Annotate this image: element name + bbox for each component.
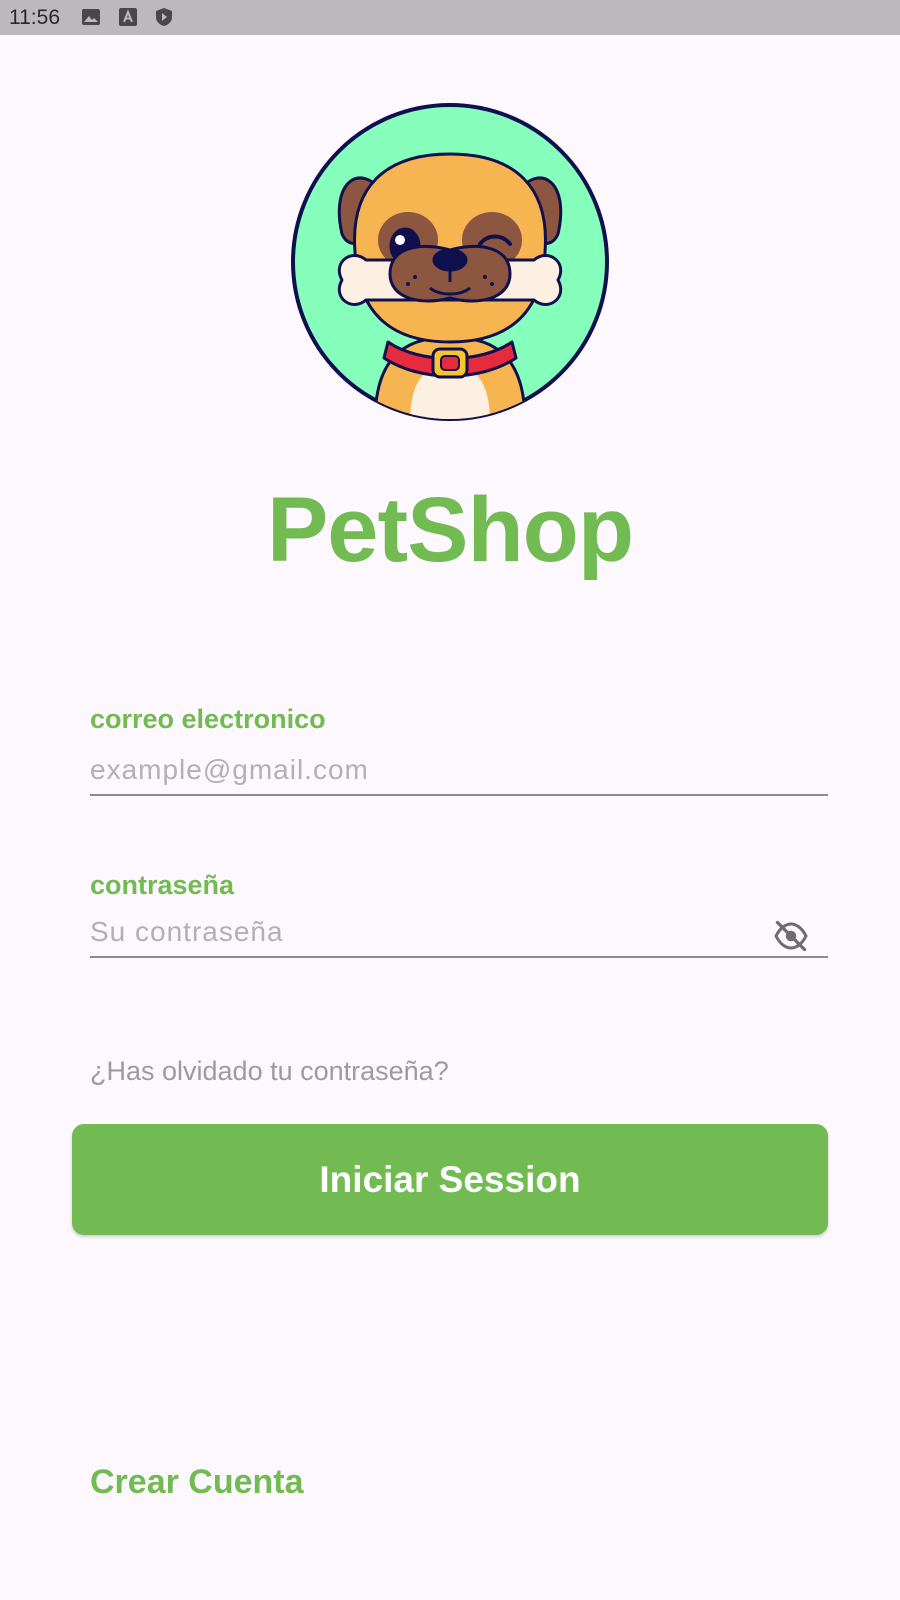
status-bar: 11:56: [0, 0, 900, 35]
password-field[interactable]: [90, 908, 828, 958]
app-title: PetShop: [266, 479, 634, 581]
email-label: correo electronico: [90, 704, 326, 734]
login-button[interactable]: Iniciar Session: [72, 1124, 828, 1235]
pug-dog-logo: [291, 103, 609, 421]
eye-off-icon[interactable]: [773, 918, 809, 954]
image-icon: [82, 9, 100, 25]
login-screen: 11:56 PetShop correo electronico example…: [0, 0, 900, 1600]
shield-play-icon: [156, 8, 172, 26]
create-account-link[interactable]: Crear Cuenta: [90, 1463, 304, 1502]
font-a-icon: [119, 8, 137, 26]
status-time: 11:56: [9, 6, 60, 29]
forgot-password-link[interactable]: ¿Has olvidado tu contraseña?: [90, 1056, 449, 1087]
email-field[interactable]: [90, 746, 828, 796]
password-label: contraseña: [90, 870, 235, 900]
